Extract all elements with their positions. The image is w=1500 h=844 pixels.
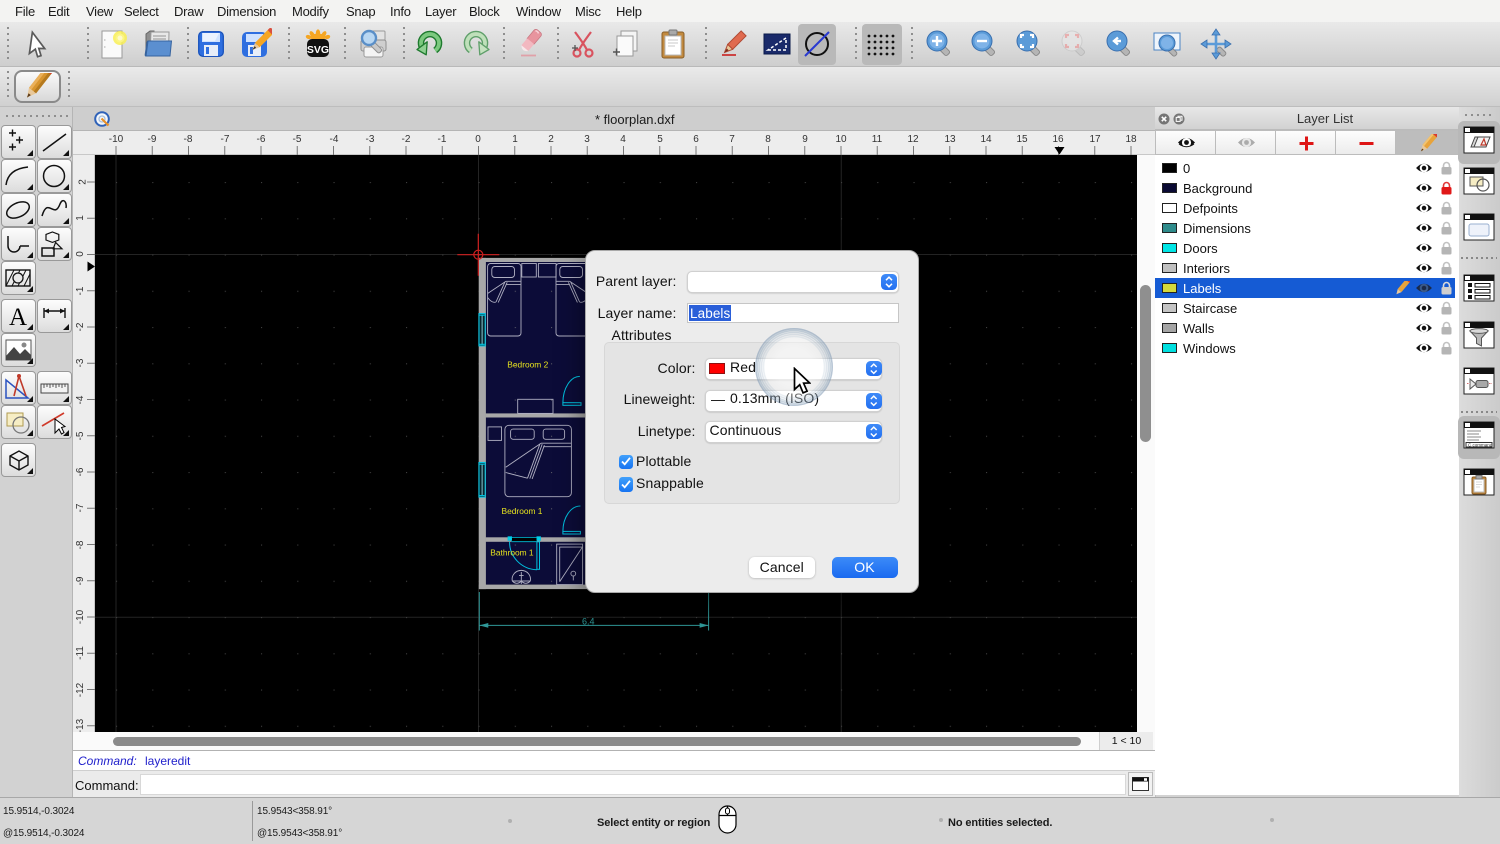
svg-text:17: 17 bbox=[1089, 134, 1101, 145]
svg-text:-7: -7 bbox=[221, 134, 230, 145]
svg-text:-2: -2 bbox=[75, 322, 86, 331]
svg-text:-8: -8 bbox=[75, 540, 86, 549]
svg-text:18: 18 bbox=[1125, 134, 1137, 145]
svg-text:SVG: SVG bbox=[307, 44, 329, 56]
svg-text:7: 7 bbox=[729, 134, 735, 145]
svg-text:-10: -10 bbox=[109, 134, 124, 145]
svg-text:-5: -5 bbox=[293, 134, 302, 145]
svg-text:Bedroom 1: Bedroom 1 bbox=[502, 506, 543, 516]
svg-text:Bathroom 1: Bathroom 1 bbox=[490, 547, 534, 557]
svg-text:6.4: 6.4 bbox=[582, 617, 595, 627]
svg-text:1: 1 bbox=[512, 134, 518, 145]
svg-text:-3: -3 bbox=[366, 134, 375, 145]
svg-text:A: A bbox=[9, 304, 27, 331]
svg-text:Bedroom 2: Bedroom 2 bbox=[507, 359, 548, 369]
svg-text:4: 4 bbox=[620, 134, 626, 145]
svg-text:-13: -13 bbox=[75, 718, 86, 732]
svg-text:-6: -6 bbox=[75, 467, 86, 476]
svg-text:12: 12 bbox=[907, 134, 919, 145]
svg-text:1: 1 bbox=[75, 215, 86, 221]
svg-text:-12: -12 bbox=[75, 682, 86, 697]
svg-text:2: 2 bbox=[548, 134, 554, 145]
svg-text:13: 13 bbox=[944, 134, 956, 145]
svg-text:14: 14 bbox=[980, 134, 992, 145]
svg-text:-6: -6 bbox=[257, 134, 266, 145]
svg-text:11: 11 bbox=[872, 134, 883, 145]
svg-text:-8: -8 bbox=[184, 134, 193, 145]
svg-text:2: 2 bbox=[78, 179, 89, 185]
svg-text:15: 15 bbox=[1016, 134, 1028, 145]
svg-text:-11: -11 bbox=[75, 646, 86, 660]
svg-text:8: 8 bbox=[765, 134, 771, 145]
svg-text:-4: -4 bbox=[75, 395, 86, 404]
svg-text:6: 6 bbox=[693, 134, 699, 145]
svg-text:-5: -5 bbox=[75, 431, 86, 440]
svg-text:3: 3 bbox=[584, 134, 590, 145]
svg-text:-10: -10 bbox=[75, 609, 86, 624]
svg-text:-1: -1 bbox=[75, 286, 86, 295]
svg-text:16: 16 bbox=[1052, 134, 1064, 145]
svg-text:0: 0 bbox=[75, 251, 86, 257]
svg-text:10: 10 bbox=[835, 134, 847, 145]
svg-text:5: 5 bbox=[657, 134, 663, 145]
svg-text:-4: -4 bbox=[330, 134, 339, 145]
svg-text:-9: -9 bbox=[75, 576, 86, 585]
svg-text:-1: -1 bbox=[438, 134, 447, 145]
svg-text:-9: -9 bbox=[148, 134, 157, 145]
svg-text:-2: -2 bbox=[402, 134, 411, 145]
svg-text:0: 0 bbox=[475, 134, 481, 145]
svg-text:-7: -7 bbox=[75, 503, 86, 512]
svg-text:-3: -3 bbox=[75, 358, 86, 367]
svg-text:C command: C command bbox=[1468, 442, 1493, 447]
svg-text:9: 9 bbox=[802, 134, 808, 145]
